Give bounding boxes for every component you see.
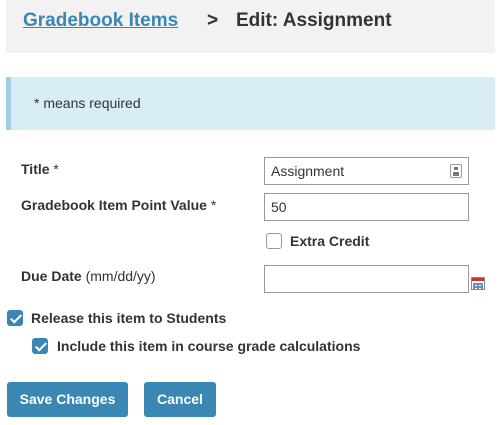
include-in-grade-checkbox[interactable] bbox=[32, 338, 48, 354]
extra-credit-checkbox[interactable] bbox=[266, 233, 282, 249]
due-date-format-hint: (mm/dd/yy) bbox=[85, 268, 156, 284]
required-notice: * means required bbox=[6, 77, 495, 130]
points-input-value: 50 bbox=[271, 199, 287, 215]
due-date-label: Due Date (mm/dd/yy) bbox=[21, 268, 156, 284]
points-label-text: Gradebook Item Point Value bbox=[21, 197, 207, 213]
title-required-mark: * bbox=[53, 161, 59, 177]
release-to-students-label: Release this item to Students bbox=[31, 310, 227, 326]
due-date-input[interactable] bbox=[264, 265, 469, 293]
required-notice-text: * means required bbox=[34, 95, 141, 111]
due-date-label-text: Due Date bbox=[21, 268, 82, 284]
include-in-grade-label: Include this item in course grade calcul… bbox=[57, 338, 361, 354]
save-changes-button[interactable]: Save Changes bbox=[7, 382, 128, 417]
cancel-button[interactable]: Cancel bbox=[144, 382, 216, 417]
title-input[interactable]: Assignment bbox=[264, 157, 469, 185]
extra-credit-label: Extra Credit bbox=[290, 233, 370, 249]
contact-card-icon[interactable] bbox=[450, 164, 462, 178]
title-label: Title * bbox=[21, 161, 59, 177]
points-input[interactable]: 50 bbox=[264, 193, 469, 221]
title-input-value: Assignment bbox=[271, 163, 345, 179]
points-label: Gradebook Item Point Value * bbox=[21, 197, 216, 213]
calendar-icon[interactable] bbox=[471, 277, 485, 290]
breadcrumb-separator: > bbox=[207, 10, 219, 31]
points-required-mark: * bbox=[210, 197, 217, 213]
page-header: Gradebook Items > Edit: Assignment bbox=[6, 0, 495, 53]
title-label-text: Title bbox=[21, 161, 50, 177]
release-to-students-checkbox[interactable] bbox=[7, 310, 23, 326]
breadcrumb-gradebook-items-link[interactable]: Gradebook Items bbox=[23, 10, 178, 32]
page-title: Edit: Assignment bbox=[236, 10, 392, 31]
calendar-icon-header bbox=[472, 278, 484, 281]
calendar-icon-grid bbox=[473, 283, 483, 289]
